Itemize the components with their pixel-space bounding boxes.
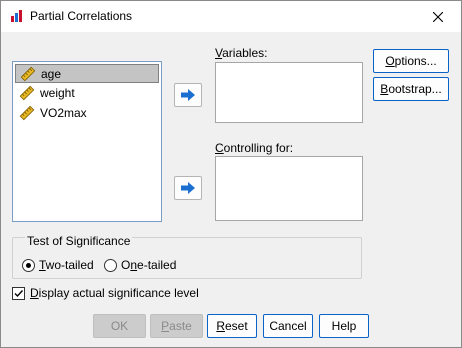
- two-tailed-radio[interactable]: [22, 258, 35, 272]
- scale-ruler-icon: [19, 85, 35, 101]
- two-tailed-label: Two-tailed: [39, 258, 94, 272]
- cancel-button[interactable]: Cancel: [263, 314, 313, 338]
- ok-button[interactable]: OK: [93, 314, 146, 338]
- move-to-variables-button[interactable]: [174, 83, 202, 107]
- one-tailed-label: One-tailed: [121, 258, 177, 272]
- variables-target-list[interactable]: [215, 62, 363, 123]
- checkmark-icon: [14, 289, 24, 297]
- scale-ruler-icon: [19, 105, 35, 121]
- close-icon: [433, 11, 443, 22]
- display-significance-option[interactable]: Display actual significance level: [12, 286, 199, 300]
- reset-button[interactable]: Reset: [207, 314, 257, 338]
- source-variable-list[interactable]: age weight VO2max: [12, 61, 162, 222]
- window-title: Partial Correlations: [30, 9, 133, 23]
- list-item-vo2max[interactable]: VO2max: [13, 103, 161, 123]
- controlling-for-label: Controlling for:: [215, 141, 294, 155]
- help-button[interactable]: Help: [319, 314, 369, 338]
- title-bar: Partial Correlations: [1, 1, 461, 32]
- display-significance-checkbox[interactable]: [12, 286, 25, 300]
- scale-ruler-icon: [20, 66, 36, 81]
- one-tailed-option[interactable]: One-tailed: [104, 258, 176, 272]
- variables-label: Variables:: [215, 46, 268, 60]
- bootstrap-button[interactable]: Bootstrap...: [373, 77, 449, 101]
- right-arrow-icon: [181, 89, 195, 101]
- partial-correlations-dialog: Partial Correlations age weight VO2max V…: [0, 0, 462, 348]
- display-significance-label: Display actual significance level: [30, 286, 199, 300]
- one-tailed-radio[interactable]: [104, 258, 117, 272]
- list-item-age[interactable]: age: [15, 64, 159, 83]
- app-icon: [10, 9, 24, 23]
- options-button[interactable]: Options...: [373, 49, 449, 73]
- significance-group-legend: Test of Significance: [25, 234, 133, 248]
- list-item-weight[interactable]: weight: [13, 83, 161, 103]
- list-item-label: VO2max: [40, 106, 87, 120]
- list-item-label: weight: [40, 86, 75, 100]
- controlling-for-target-list[interactable]: [215, 156, 363, 221]
- paste-button[interactable]: Paste: [150, 314, 203, 338]
- close-button[interactable]: [415, 1, 461, 32]
- right-arrow-icon: [181, 182, 195, 194]
- list-item-label: age: [41, 66, 62, 81]
- two-tailed-option[interactable]: Two-tailed: [22, 258, 94, 272]
- move-to-controlling-button[interactable]: [174, 176, 202, 200]
